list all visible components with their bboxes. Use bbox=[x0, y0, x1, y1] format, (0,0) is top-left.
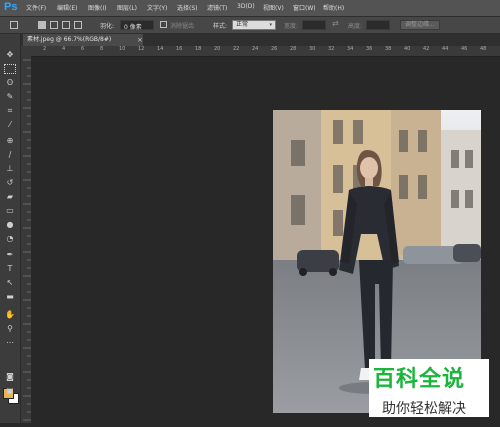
quick-mask-icon[interactable]: ◙ bbox=[4, 372, 16, 382]
document-tab[interactable]: 素材.jpeg @ 66.7%(RGB/8#) × bbox=[23, 34, 143, 46]
menu-file[interactable]: 文件(F) bbox=[26, 3, 46, 12]
ruler-tick-label: 6 bbox=[81, 46, 85, 52]
menu-help[interactable]: 帮助(H) bbox=[323, 3, 344, 12]
ruler-tick-label: 44 bbox=[442, 46, 449, 52]
menu-bar: Ps 文件(F) 编辑(E) 图像(I) 图层(L) 文字(Y) 选择(S) 滤… bbox=[0, 0, 500, 17]
feather-input[interactable]: 0 像素 bbox=[120, 20, 154, 31]
move-tool-icon[interactable]: ✥ bbox=[4, 50, 16, 60]
ruler-tick-label: 42 bbox=[423, 46, 430, 52]
width-label: 宽度: bbox=[284, 23, 299, 30]
eyedropper-tool-icon[interactable]: ⁄ bbox=[4, 120, 16, 130]
ruler-tick-label: 22 bbox=[233, 46, 240, 52]
ruler-tick-label: 20 bbox=[214, 46, 221, 52]
ruler-tick-label: 12 bbox=[138, 46, 145, 52]
ruler-tick-label: 36 bbox=[366, 46, 373, 52]
new-selection-icon[interactable] bbox=[38, 21, 46, 29]
extra-tools-icon[interactable]: ⋯ bbox=[4, 338, 16, 348]
swap-arrows-icon[interactable]: ⇄ bbox=[332, 19, 339, 28]
ruler-tick-label: 16 bbox=[176, 46, 183, 52]
menu-filter[interactable]: 滤镜(T) bbox=[207, 3, 227, 12]
menu-edit[interactable]: 编辑(E) bbox=[57, 3, 77, 12]
height-label: 高度: bbox=[348, 23, 363, 30]
menu-view[interactable]: 视图(V) bbox=[263, 3, 284, 12]
add-selection-icon[interactable] bbox=[50, 21, 58, 29]
menu-type[interactable]: 文字(Y) bbox=[147, 3, 167, 12]
photoshop-logo: Ps bbox=[4, 1, 18, 13]
ruler-tick-label: 48 bbox=[480, 46, 487, 52]
marquee-tool-icon[interactable] bbox=[4, 64, 16, 74]
intersect-selection-icon[interactable] bbox=[74, 21, 82, 29]
healing-brush-icon[interactable]: ⊕ bbox=[4, 136, 16, 146]
document-tab-bar: 素材.jpeg @ 66.7%(RGB/8#) × bbox=[21, 34, 500, 46]
type-tool-icon[interactable]: T bbox=[4, 264, 16, 274]
ruler-tick-label: 46 bbox=[461, 46, 468, 52]
feather-label: 羽化: bbox=[100, 23, 115, 30]
hand-tool-icon[interactable]: ✋ bbox=[4, 310, 16, 320]
antialias-checkbox[interactable] bbox=[160, 21, 167, 28]
lasso-tool-icon[interactable]: ʘ bbox=[4, 78, 16, 88]
ruler-tick-label: 2 bbox=[43, 46, 47, 52]
ruler-tick-label: 30 bbox=[309, 46, 316, 52]
antialias-label: 消除锯齿 bbox=[170, 23, 195, 30]
history-brush-icon[interactable]: ↺ bbox=[4, 178, 16, 188]
watermark-title: 百科全说 bbox=[373, 367, 466, 392]
ruler-tick-label: 32 bbox=[328, 46, 335, 52]
shape-tool-icon[interactable]: ▬ bbox=[4, 292, 16, 302]
path-select-icon[interactable]: ↖ bbox=[4, 278, 16, 288]
document-tab-title: 素材.jpeg @ 66.7%(RGB/8#) bbox=[27, 36, 112, 43]
menu-select[interactable]: 选择(S) bbox=[177, 3, 198, 12]
style-label: 样式: bbox=[213, 23, 228, 30]
chevron-down-icon: ▾ bbox=[269, 22, 272, 28]
horizontal-ruler[interactable]: 2 4 6 8 10 12 14 16 18 20 22 24 26 28 30 32 34 36 38 40 42 44… bbox=[31, 46, 500, 57]
crop-tool-icon[interactable]: ⌗ bbox=[4, 106, 16, 116]
ruler-tick-label: 4 bbox=[62, 46, 66, 52]
clone-stamp-icon[interactable]: ⊥ bbox=[4, 164, 16, 174]
ruler-tick-label: 34 bbox=[347, 46, 354, 52]
ruler-tick-label: 14 bbox=[157, 46, 164, 52]
quick-select-tool-icon[interactable]: ✎ bbox=[4, 92, 16, 102]
ruler-tick-label: 40 bbox=[404, 46, 411, 52]
style-value: 正常 bbox=[236, 21, 249, 28]
tools-panel: ✥ ʘ ✎ ⌗ ⁄ ⊕ ∕ ⊥ ↺ ▰ ▭ ● ◔ ✒ T ↖ ▬ ✋ ⚲ ⋯ … bbox=[0, 34, 21, 423]
watermark-subtitle: 助你轻松解决 bbox=[382, 401, 466, 417]
feather-value: 0 像素 bbox=[124, 24, 142, 31]
gradient-tool-icon[interactable]: ▭ bbox=[4, 206, 16, 216]
eraser-tool-icon[interactable]: ▰ bbox=[4, 192, 16, 202]
subtract-selection-icon[interactable] bbox=[62, 21, 70, 29]
vertical-ruler-ticks bbox=[23, 59, 31, 421]
screen-mode-icon[interactable]: ▣ bbox=[4, 386, 16, 396]
brush-tool-icon[interactable]: ∕ bbox=[4, 150, 16, 160]
height-input[interactable] bbox=[366, 20, 390, 30]
zoom-tool-icon[interactable]: ⚲ bbox=[4, 324, 16, 334]
refine-edge-button[interactable]: 调整边缘... bbox=[400, 20, 440, 30]
ruler-tick-label: 28 bbox=[290, 46, 297, 52]
dodge-tool-icon[interactable]: ◔ bbox=[4, 234, 16, 244]
style-select[interactable]: 正常 ▾ bbox=[232, 20, 276, 30]
menu-layer[interactable]: 图层(L) bbox=[117, 3, 137, 12]
menu-window[interactable]: 窗口(W) bbox=[293, 3, 316, 12]
ruler-tick-label: 8 bbox=[100, 46, 104, 52]
options-bar: 羽化: 0 像素 消除锯齿 样式: 正常 ▾ 宽度: ⇄ 高度: 调整边缘... bbox=[0, 17, 500, 34]
ruler-tick-label: 24 bbox=[252, 46, 259, 52]
menu-image[interactable]: 图像(I) bbox=[88, 3, 106, 12]
menu-3d[interactable]: 3D(D) bbox=[237, 3, 255, 10]
close-icon[interactable]: × bbox=[137, 34, 143, 46]
pen-tool-icon[interactable]: ✒ bbox=[4, 250, 16, 260]
ruler-tick-label: 38 bbox=[385, 46, 392, 52]
ruler-tick-label: 10 bbox=[119, 46, 126, 52]
ruler-tick-label: 18 bbox=[195, 46, 202, 52]
ruler-tick-label: 26 bbox=[271, 46, 278, 52]
marquee-preset-icon[interactable] bbox=[10, 21, 18, 29]
width-input[interactable] bbox=[302, 20, 326, 30]
blur-tool-icon[interactable]: ● bbox=[4, 220, 16, 230]
